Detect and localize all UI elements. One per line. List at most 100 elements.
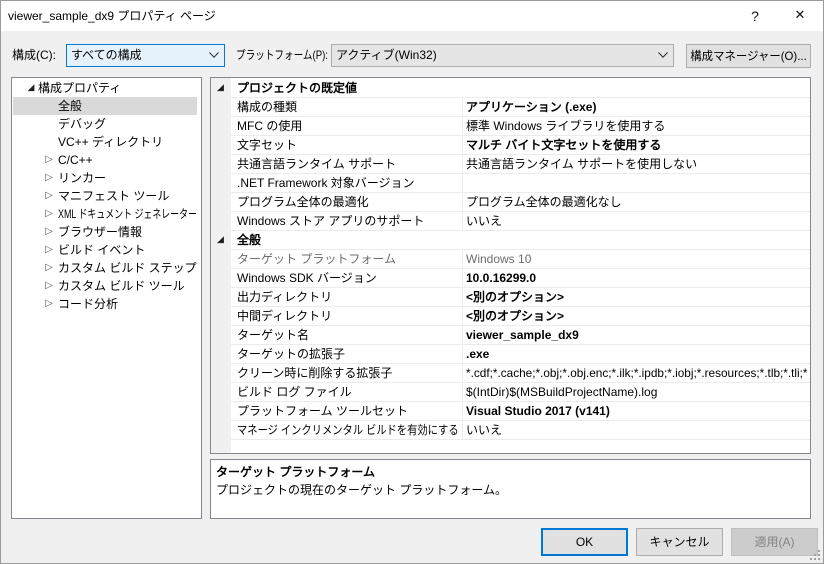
category-row-general[interactable]: ◢ 全般: [211, 231, 810, 250]
expanded-triangle-icon[interactable]: ◢: [217, 79, 224, 97]
tree-item-linker[interactable]: ▷ リンカー: [12, 169, 201, 187]
collapsed-triangle-icon[interactable]: ▷: [43, 241, 55, 259]
property-value[interactable]: *.cdf;*.cache;*.obj;*.obj.enc;*.ilk;*.ip…: [466, 364, 808, 382]
collapsed-triangle-icon[interactable]: ▷: [43, 223, 55, 241]
tree-item-build-events[interactable]: ▷ ビルド イベント: [12, 241, 201, 259]
platform-label: プラットフォーム(P):: [236, 48, 328, 62]
property-value[interactable]: マルチ バイト文字セットを使用する: [466, 136, 808, 154]
property-value[interactable]: いいえ: [466, 212, 808, 230]
property-grid-rows: ◢ プロジェクトの既定値構成の種類 アプリケーション (.exe) MFC の使用 標準…: [211, 79, 810, 440]
tree-item-label: XML ドキュメント ジェネレーター: [58, 207, 197, 221]
tree-item-debugging[interactable]: デバッグ: [12, 115, 201, 133]
property-value[interactable]: <別のオプション>: [466, 288, 808, 306]
expanded-triangle-icon[interactable]: ◢: [217, 231, 224, 249]
description-pane: ターゲット プラットフォーム プロジェクトの現在のターゲット プラットフォーム。: [210, 459, 811, 519]
tree-item-label: カスタム ビルド ステップ: [58, 261, 197, 275]
apply-button[interactable]: 適用(A): [731, 528, 818, 556]
tree-item-custom-build-step[interactable]: ▷ カスタム ビルド ステップ: [12, 259, 201, 277]
property-pages-dialog: viewer_sample_dx9 プロパティ ページ ? ✕ 構成(C): す…: [0, 0, 824, 564]
collapsed-triangle-icon[interactable]: ▷: [43, 205, 55, 223]
configuration-manager-button[interactable]: 構成マネージャー(O)...: [686, 44, 811, 68]
chevron-down-icon[interactable]: [209, 52, 219, 58]
tree-item-label: マニフェスト ツール: [58, 189, 170, 203]
window-title: viewer_sample_dx9 プロパティ ページ: [8, 9, 216, 23]
property-name: プラットフォーム ツールセット: [237, 404, 408, 418]
tree-item-configuration-properties[interactable]: ◢ 構成プロパティ: [12, 79, 201, 97]
collapsed-triangle-icon[interactable]: ▷: [43, 259, 55, 277]
tree-item-label: ブラウザー情報: [58, 225, 143, 239]
property-value[interactable]: <別のオプション>: [466, 307, 808, 325]
property-value[interactable]: いいえ: [466, 421, 808, 439]
apply-button-label: 適用(A): [754, 535, 795, 549]
property-value[interactable]: .exe: [466, 345, 808, 363]
ok-button[interactable]: OK: [541, 528, 628, 556]
property-row-clr-support[interactable]: 共通言語ランタイム サポート 共通言語ランタイム サポートを使用しない: [211, 155, 810, 174]
chevron-down-icon[interactable]: [658, 52, 668, 58]
property-row-extensions-to-delete-on-clean[interactable]: クリーン時に削除する拡張子 *.cdf;*.cache;*.obj;*.obj.e…: [211, 364, 810, 383]
tree-item-xml-document-generator[interactable]: ▷ XML ドキュメント ジェネレーター: [12, 205, 201, 223]
property-name: 中間ディレクトリ: [237, 309, 333, 323]
tree-item-label: 全般: [58, 99, 83, 113]
close-button[interactable]: ✕: [777, 1, 823, 31]
configuration-manager-label: 構成マネージャー(O)...: [690, 49, 807, 63]
property-value[interactable]: Visual Studio 2017 (v141): [466, 402, 808, 420]
property-value[interactable]: 10.0.16299.0: [466, 269, 808, 287]
property-row-managed-incremental-build[interactable]: マネージ インクリメンタル ビルドを有効にする いいえ: [211, 421, 810, 440]
property-row-build-log-file[interactable]: ビルド ログ ファイル $(IntDir)$(MSBuildProjectName…: [211, 383, 810, 402]
description-title: ターゲット プラットフォーム: [216, 465, 375, 479]
property-row-target-name[interactable]: ターゲット名 viewer_sample_dx9: [211, 326, 810, 345]
property-row-output-directory[interactable]: 出力ディレクトリ <別のオプション>: [211, 288, 810, 307]
property-row-whole-program-optimization[interactable]: プログラム全体の最適化 プログラム全体の最適化なし: [211, 193, 810, 212]
collapsed-triangle-icon[interactable]: ▷: [43, 277, 55, 295]
platform-dropdown[interactable]: アクティブ(Win32): [331, 44, 674, 67]
tree-item-general[interactable]: 全般: [12, 97, 201, 115]
tree-item-browse-information[interactable]: ▷ ブラウザー情報: [12, 223, 201, 241]
property-row-platform-toolset[interactable]: プラットフォーム ツールセット Visual Studio 2017 (v141): [211, 402, 810, 421]
property-value[interactable]: プログラム全体の最適化なし: [466, 193, 808, 211]
property-value[interactable]: 標準 Windows ライブラリを使用する: [466, 117, 808, 135]
help-button[interactable]: ?: [732, 1, 778, 31]
property-value: Windows 10: [466, 252, 532, 266]
property-row-intermediate-directory[interactable]: 中間ディレクトリ <別のオプション>: [211, 307, 810, 326]
collapsed-triangle-icon[interactable]: ▷: [43, 169, 55, 187]
property-row-target-platform[interactable]: ターゲット プラットフォーム Windows 10: [211, 250, 810, 269]
property-row-configuration-type[interactable]: 構成の種類 アプリケーション (.exe): [211, 98, 810, 117]
platform-value: アクティブ(Win32): [336, 48, 437, 62]
configuration-dropdown[interactable]: すべての構成: [66, 44, 225, 67]
configuration-label: 構成(C):: [12, 48, 56, 62]
property-value[interactable]: 共通言語ランタイム サポートを使用しない: [466, 155, 808, 173]
property-row-use-of-mfc[interactable]: MFC の使用 標準 Windows ライブラリを使用する: [211, 117, 810, 136]
tree-item-c-cpp[interactable]: ▷ C/C++: [12, 151, 201, 169]
cancel-button[interactable]: キャンセル: [636, 528, 723, 556]
tree-item-vc-directories[interactable]: VC++ ディレクトリ: [12, 133, 201, 151]
property-row-windows-store-app-support[interactable]: Windows ストア アプリのサポート いいえ: [211, 212, 810, 231]
close-icon[interactable]: ✕: [795, 8, 806, 23]
tree-item-custom-build-tool[interactable]: ▷ カスタム ビルド ツール: [12, 277, 201, 295]
expanded-triangle-icon[interactable]: ◢: [25, 79, 37, 97]
category-label: プロジェクトの既定値: [237, 81, 358, 95]
tree-item-manifest-tool[interactable]: ▷ マニフェスト ツール: [12, 187, 201, 205]
property-name: ターゲット名: [237, 328, 310, 342]
category-label: 全般: [237, 233, 262, 247]
collapsed-triangle-icon[interactable]: ▷: [43, 187, 55, 205]
ok-button-label: OK: [575, 535, 594, 549]
configuration-value: すべての構成: [71, 48, 142, 62]
collapsed-triangle-icon[interactable]: ▷: [43, 295, 55, 313]
category-row-project-defaults[interactable]: ◢ プロジェクトの既定値: [211, 79, 810, 98]
property-value[interactable]: viewer_sample_dx9: [466, 326, 808, 344]
property-row-windows-sdk-version[interactable]: Windows SDK バージョン 10.0.16299.0: [211, 269, 810, 288]
property-value[interactable]: アプリケーション (.exe): [466, 98, 808, 116]
property-value[interactable]: $(IntDir)$(MSBuildProjectName).log: [466, 383, 808, 401]
property-grid[interactable]: ◢ プロジェクトの既定値構成の種類 アプリケーション (.exe) MFC の使用 標準…: [210, 77, 811, 454]
tree-rows: ◢ 構成プロパティ 全般 デバッグ VC++ ディレクトリ ▷ C/C++ ▷ リンカー ▷ マニフ…: [12, 79, 201, 313]
property-row-target-framework-version[interactable]: .NET Framework 対象バージョン: [211, 174, 810, 193]
tree-item-label: 構成プロパティ: [38, 81, 122, 95]
collapsed-triangle-icon[interactable]: ▷: [43, 151, 55, 169]
help-icon[interactable]: ?: [751, 8, 759, 24]
property-row-target-extension[interactable]: ターゲットの拡張子 .exe: [211, 345, 810, 364]
resize-grip-icon[interactable]: [809, 549, 821, 561]
tree-item-code-analysis[interactable]: ▷ コード分析: [12, 295, 201, 313]
property-category-tree[interactable]: ◢ 構成プロパティ 全般 デバッグ VC++ ディレクトリ ▷ C/C++ ▷ リンカー ▷ マニフ…: [11, 77, 202, 519]
property-row-character-set[interactable]: 文字セット マルチ バイト文字セットを使用する: [211, 136, 810, 155]
description-text: プロジェクトの現在のターゲット プラットフォーム。: [216, 483, 507, 497]
